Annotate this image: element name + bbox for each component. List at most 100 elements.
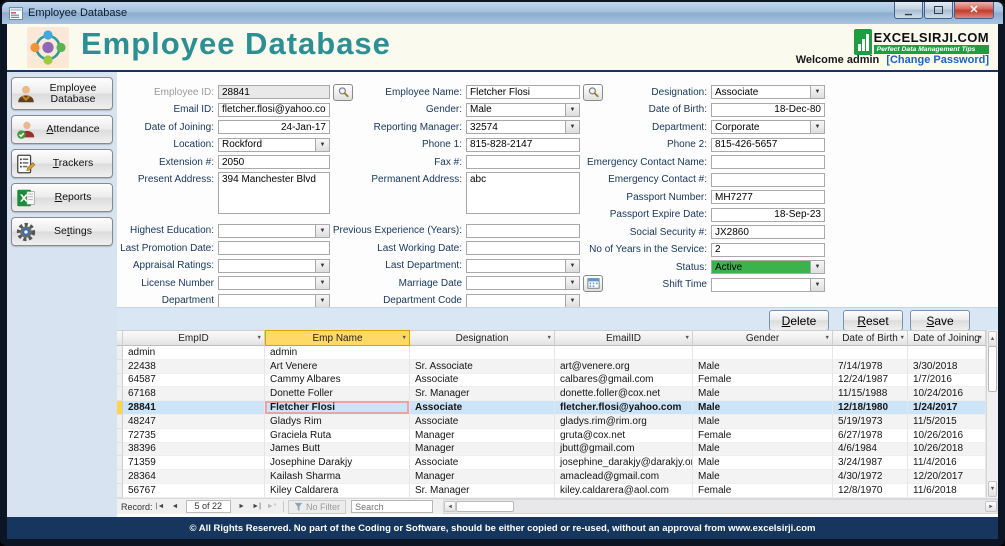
dropdown-arrow-icon[interactable]: ▼ (810, 86, 824, 98)
table-cell[interactable]: 10/26/2016 (908, 428, 986, 443)
table-cell[interactable]: 12/24/1987 (833, 373, 908, 388)
field-input-department[interactable]: Corporate ▼ (711, 120, 825, 134)
table-cell[interactable]: 28841 (123, 401, 265, 415)
table-cell[interactable]: josephine_darakjy@darakjy.org (555, 456, 693, 471)
table-cell[interactable]: 72735 (123, 428, 265, 443)
table-cell[interactable]: 10/24/2016 (908, 387, 986, 402)
search-input[interactable] (351, 500, 434, 513)
no-filter-button[interactable]: No Filter (288, 499, 347, 514)
table-header-date-of-joining[interactable]: Date of Joining ▼ (908, 330, 986, 346)
table-cell[interactable]: admin (265, 346, 410, 360)
sidebar-item-trackers[interactable]: Trackers (11, 149, 113, 178)
table-cell[interactable]: 64587 (123, 373, 265, 388)
dropdown-arrow-icon[interactable]: ▼ (810, 278, 824, 291)
table-cell[interactable]: 4/6/1984 (833, 442, 908, 457)
table-cell[interactable]: Male (693, 442, 833, 457)
field-input-previous-experience-years[interactable] (466, 223, 580, 238)
header-filter-arrow-icon[interactable]: ▼ (402, 335, 407, 341)
table-cell[interactable]: Manager (410, 442, 555, 457)
header-filter-arrow-icon[interactable]: ▼ (978, 335, 983, 341)
table-cell[interactable]: gladys.rim@rim.org (555, 414, 693, 429)
scroll-up-icon[interactable]: ▲ (988, 331, 997, 347)
table-cell[interactable]: 38396 (123, 442, 265, 457)
table-cell[interactable]: amaclead@gmail.com (555, 470, 693, 484)
table-cell[interactable]: James Butt (265, 442, 410, 457)
table-cell[interactable]: Associate (410, 373, 555, 388)
table-cell[interactable]: 7/14/1978 (833, 359, 908, 374)
scroll-right-icon[interactable]: ► (985, 501, 997, 512)
table-cell[interactable]: 10/26/2018 (908, 442, 986, 457)
field-input-marriage-date[interactable]: ▼ (466, 276, 580, 290)
field-input-present-address[interactable]: 394 Manchester Blvd (218, 171, 330, 214)
table-cell[interactable]: gruta@cox.net (555, 428, 693, 443)
table-cell[interactable]: jbutt@gmail.com (555, 442, 693, 457)
close-button[interactable]: ✕ (954, 2, 994, 19)
table-cell[interactable]: 12/20/2017 (908, 470, 986, 484)
table-cell[interactable]: 11/5/2015 (908, 414, 986, 429)
field-input-fax[interactable] (466, 155, 580, 169)
table-cell[interactable]: Female (693, 483, 833, 498)
dropdown-arrow-icon[interactable]: ▼ (315, 138, 329, 151)
table-cell[interactable]: Male (693, 401, 833, 415)
field-input-date-of-birth[interactable]: 18-Dec-80 (711, 102, 825, 117)
sidebar-item-reports[interactable]: Reports (11, 183, 113, 212)
field-input-last-working-date[interactable] (466, 241, 580, 255)
table-cell[interactable]: Male (693, 456, 833, 471)
dropdown-arrow-icon[interactable]: ▼ (315, 277, 329, 289)
field-input-last-promotion-date[interactable] (218, 241, 330, 255)
new-record-button[interactable]: ►* (264, 503, 279, 510)
reset-button[interactable]: Reset (843, 310, 903, 331)
table-header-empid[interactable]: EmpID ▼ (123, 330, 265, 346)
previous-record-button[interactable]: ◄ (168, 503, 183, 510)
dropdown-arrow-icon[interactable]: ▼ (565, 259, 579, 272)
table-cell[interactable] (908, 346, 986, 360)
field-input-passport-number[interactable]: MH7277 (711, 190, 825, 204)
table-cell[interactable]: Associate (410, 414, 555, 429)
table-cell[interactable]: Sr. Manager (410, 387, 555, 402)
table-cell[interactable]: Graciela Ruta (265, 428, 410, 443)
minimize-button[interactable]: ▁ (894, 2, 923, 19)
table-cell[interactable]: Manager (410, 470, 555, 484)
table-cell[interactable]: 28364 (123, 470, 265, 484)
table-cell[interactable]: 3/24/1987 (833, 456, 908, 471)
header-filter-arrow-icon[interactable]: ▼ (900, 335, 905, 341)
field-input-passport-expire-date[interactable]: 18-Sep-23 (711, 207, 825, 222)
table-cell[interactable]: Kiley Caldarera (265, 483, 410, 498)
field-input-extension[interactable]: 2050 (218, 155, 330, 169)
vertical-scrollbar[interactable]: ▲ ▼ (986, 330, 998, 498)
header-filter-arrow-icon[interactable]: ▼ (547, 335, 552, 341)
table-cell[interactable]: Donette Foller (265, 387, 410, 402)
field-input-emergency-contact-name[interactable] (711, 155, 825, 169)
table-cell[interactable]: 6/27/1978 (833, 428, 908, 443)
table-cell[interactable]: Josephine Darakjy (265, 456, 410, 471)
table-cell[interactable]: 12/18/1980 (833, 401, 908, 415)
horizontal-scrollbar[interactable]: ◄ ► (443, 499, 998, 514)
field-input-date-of-joining[interactable]: 24-Jan-17 (218, 120, 330, 134)
table-cell[interactable]: 1/7/2016 (908, 373, 986, 388)
maximize-button[interactable] (924, 2, 953, 19)
table-cell[interactable]: calbares@gmail.com (555, 373, 693, 388)
record-position[interactable]: 5 of 22 (185, 500, 232, 513)
table-cell[interactable] (833, 346, 908, 360)
table-header-emailid[interactable]: EmailID ▼ (555, 330, 693, 346)
table-cell[interactable]: 71359 (123, 456, 265, 471)
table-cell[interactable]: Male (693, 414, 833, 429)
dropdown-arrow-icon[interactable]: ▼ (315, 259, 329, 272)
table-cell[interactable]: 3/30/2018 (908, 359, 986, 374)
field-input-email-id[interactable]: fletcher.flosi@yahoo.co (218, 102, 330, 117)
field-input-employee-name[interactable]: Fletcher Flosi (466, 85, 580, 99)
table-cell[interactable] (693, 346, 833, 360)
table-cell[interactable]: Associate (410, 456, 555, 471)
table-header-designation[interactable]: Designation ▼ (410, 330, 555, 346)
table-cell[interactable]: 56767 (123, 483, 265, 498)
field-input-department-code[interactable]: ▼ (466, 293, 580, 308)
delete-button[interactable]: Delete (769, 310, 829, 331)
field-input-phone-2[interactable]: 815-426-5657 (711, 137, 825, 152)
field-input-phone-1[interactable]: 815-828-2147 (466, 137, 580, 152)
next-record-button[interactable]: ► (234, 503, 249, 510)
field-input-status[interactable]: Active ▼ (711, 260, 825, 274)
field-input-last-department[interactable]: ▼ (466, 258, 580, 273)
sidebar-item-employee-database[interactable]: Employee Database (11, 77, 113, 110)
field-input-no-of-years-in-the-service[interactable]: 2 (711, 242, 825, 257)
header-filter-arrow-icon[interactable]: ▼ (257, 335, 262, 341)
